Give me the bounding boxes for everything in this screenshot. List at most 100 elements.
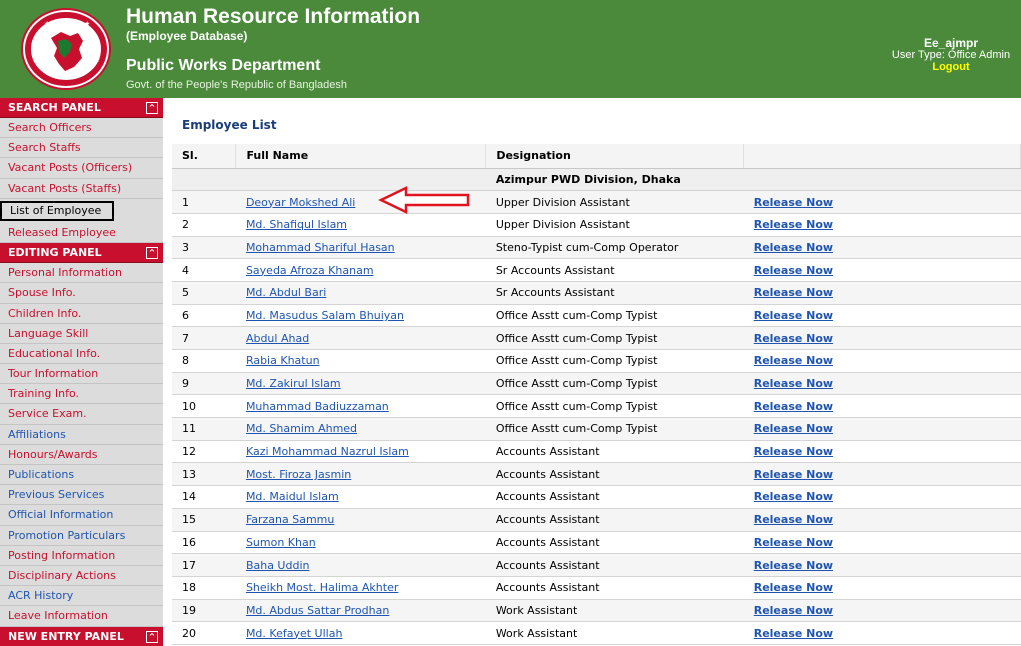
release-now-link[interactable]: Release Now — [754, 309, 833, 322]
employee-name-link[interactable]: Mohammad Shariful Hasan — [246, 241, 395, 254]
release-now-link[interactable]: Release Now — [754, 377, 833, 390]
cell-designation: Accounts Assistant — [495, 581, 600, 595]
cell-designation: Work Assistant — [495, 603, 578, 617]
app-title: Human Resource Information — [126, 5, 421, 28]
table-row: 12 Kazi Mohammad Nazrul Islam Accounts Ass… — [172, 440, 1021, 464]
employee-name-link[interactable]: Muhammad Badiuzzaman — [246, 400, 389, 413]
employee-name-link[interactable]: Abdul Ahad — [246, 332, 309, 345]
release-now-link[interactable]: Release Now — [754, 286, 833, 299]
cell-sl: 11 — [182, 422, 196, 436]
release-now-link[interactable]: Release Now — [754, 604, 833, 617]
employee-name-link[interactable]: Kazi Mohammad Nazrul Islam — [246, 445, 409, 458]
release-now-link[interactable]: Release Now — [754, 196, 833, 209]
sidebar-item-acr-history[interactable]: ACR History — [0, 586, 163, 607]
sidebar-item-vacant-posts-officers[interactable]: Vacant Posts (Officers) — [0, 158, 163, 179]
cell-designation: Work Assistant — [485, 621, 744, 645]
release-now-link[interactable]: Release Now — [754, 513, 833, 526]
release-now-link[interactable]: Release Now — [754, 264, 833, 277]
sidebar-item-publications[interactable]: Publications — [0, 465, 163, 486]
sidebar-item-children-info[interactable]: Children Info. — [0, 304, 163, 324]
employee-name-link[interactable]: Md. Maidul Islam — [246, 490, 339, 503]
sidebar-item-promotion-particulars[interactable]: Promotion Particulars — [0, 526, 163, 546]
employee-name-link[interactable]: Md. Masudus Salam Bhuiyan — [246, 309, 404, 322]
cell-designation: Accounts Assistant — [495, 445, 600, 459]
sidebar-item-list-of-employee[interactable]: List of Employee — [0, 200, 114, 221]
logout-link[interactable]: Logout — [881, 61, 1021, 73]
column-header-full-name: Full Name — [235, 144, 487, 169]
release-now-link[interactable]: Release Now — [754, 241, 833, 254]
employee-name-link[interactable]: Sumon Khan — [246, 536, 316, 549]
sidebar-item-search-officers[interactable]: Search Officers — [0, 118, 163, 139]
employee-name-link-cell: Md. Kefayet Ullah — [235, 621, 486, 645]
sidebar-item-previous-services[interactable]: Previous Services — [0, 485, 163, 506]
release-now-link[interactable]: Release Now — [754, 332, 833, 345]
release-now-link-cell: Release Now — [743, 553, 1021, 577]
employee-name-link[interactable]: Rabia Khatun — [246, 354, 320, 367]
cell-sl: 16 — [172, 531, 236, 555]
employee-name-link[interactable]: Deoyar Mokshed Ali — [246, 196, 355, 209]
release-now-link[interactable]: Release Now — [754, 559, 833, 572]
sidebar-item-training-info[interactable]: Training Info. — [0, 384, 163, 405]
employee-name-link[interactable]: Sheikh Most. Halima Akhter — [246, 581, 398, 594]
cell-sl: 7 — [182, 331, 189, 345]
employee-name-link[interactable]: Md. Shamim Ahmed — [246, 422, 357, 435]
release-now-link[interactable]: Release Now — [754, 581, 833, 594]
sidebar-item-spouse-info[interactable]: Spouse Info. — [0, 283, 163, 304]
release-now-link-cell: Release Now — [743, 485, 1021, 509]
release-now-link[interactable]: Release Now — [754, 536, 833, 549]
table-row: 13 Most. Firoza Jasmin Accounts Assistant R… — [172, 462, 1021, 487]
release-now-link[interactable]: Release Now — [754, 468, 833, 481]
release-now-link-cell: Release Now — [743, 304, 1021, 328]
release-now-link[interactable]: Release Now — [754, 400, 833, 413]
cell-designation: Accounts Assistant — [485, 553, 744, 577]
cell-sl: 3 — [182, 240, 189, 254]
app-header: ★ ★ ★ ★ Human Resource Information (Empl… — [0, 0, 1021, 98]
sidebar-item-affiliations[interactable]: Affiliations — [0, 425, 163, 445]
department-name: Public Works Department — [126, 57, 321, 74]
release-now-link[interactable]: Release Now — [754, 354, 833, 367]
employee-name-link[interactable]: Farzana Sammu — [246, 513, 334, 526]
employee-name-link-cell: Abdul Ahad — [235, 326, 486, 350]
cell-designation: Accounts Assistant — [495, 558, 600, 572]
cell-sl: 10 — [182, 399, 196, 413]
sidebar-item-search-staffs[interactable]: Search Staffs — [0, 138, 163, 159]
sidebar-item-vacant-posts-staffs[interactable]: Vacant Posts (Staffs) — [0, 179, 163, 199]
sidebar-item-posting-information[interactable]: Posting Information — [0, 546, 163, 566]
sidebar-item-released-employee[interactable]: Released Employee — [0, 223, 163, 244]
sidebar-item-tour-information[interactable]: Tour Information — [0, 364, 163, 385]
cell-designation: Office Asstt cum-Comp Typist — [485, 304, 744, 328]
cell-sl: 19 — [172, 599, 236, 623]
sidebar-item-language-skill[interactable]: Language Skill — [0, 324, 163, 344]
sidebar-item-official-information[interactable]: Official Information — [0, 505, 163, 526]
search-panel-header: SEARCH PANEL ^ — [0, 98, 163, 118]
release-now-link-cell: Release Now — [743, 236, 1021, 260]
sidebar-item-disciplinary-actions[interactable]: Disciplinary Actions — [0, 566, 163, 587]
collapse-icon[interactable]: ^ — [146, 247, 158, 260]
sidebar-item-honours-awards[interactable]: Honours/Awards — [0, 445, 163, 465]
release-now-link[interactable]: Release Now — [754, 490, 833, 503]
employee-name-link[interactable]: Md. Abdul Bari — [246, 286, 326, 299]
sidebar-item-leave-information[interactable]: Leave Information — [0, 606, 163, 627]
collapse-icon[interactable]: ^ — [146, 630, 158, 643]
sidebar-item-service-exam[interactable]: Service Exam. — [0, 404, 163, 425]
employee-name-link[interactable]: Most. Firoza Jasmin — [246, 468, 351, 481]
employee-name-link[interactable]: Md. Kefayet Ullah — [246, 627, 342, 640]
employee-name-link[interactable]: Md. Shafiqul Islam — [246, 218, 347, 231]
sidebar-item-educational-info[interactable]: Educational Info. — [0, 344, 163, 365]
sidebar-item-personal-information[interactable]: Personal Information — [0, 263, 163, 284]
release-now-link[interactable]: Release Now — [754, 422, 833, 435]
cell-designation: Accounts Assistant — [485, 508, 744, 532]
employee-name-link[interactable]: Baha Uddin — [246, 559, 310, 572]
employee-name-link[interactable]: Md. Abdus Sattar Prodhan — [246, 604, 389, 617]
search-panel-items: Search Officers Search Staffs Vacant Posts… — [0, 118, 163, 244]
table-row: 7 Abdul Ahad Office Asstt cum-Comp Typist R… — [172, 326, 1021, 350]
cell-sl: 19 — [182, 603, 196, 617]
employee-name-link[interactable]: Sayeda Afroza Khanam — [246, 264, 374, 277]
collapse-icon[interactable]: ^ — [146, 102, 158, 114]
cell-sl: 6 — [172, 304, 236, 328]
release-now-link[interactable]: Release Now — [754, 445, 833, 458]
employee-name-link[interactable]: Md. Zakirul Islam — [246, 377, 341, 390]
release-now-link[interactable]: Release Now — [754, 627, 833, 640]
cell-designation: Accounts Assistant — [485, 531, 744, 555]
release-now-link[interactable]: Release Now — [754, 218, 833, 231]
